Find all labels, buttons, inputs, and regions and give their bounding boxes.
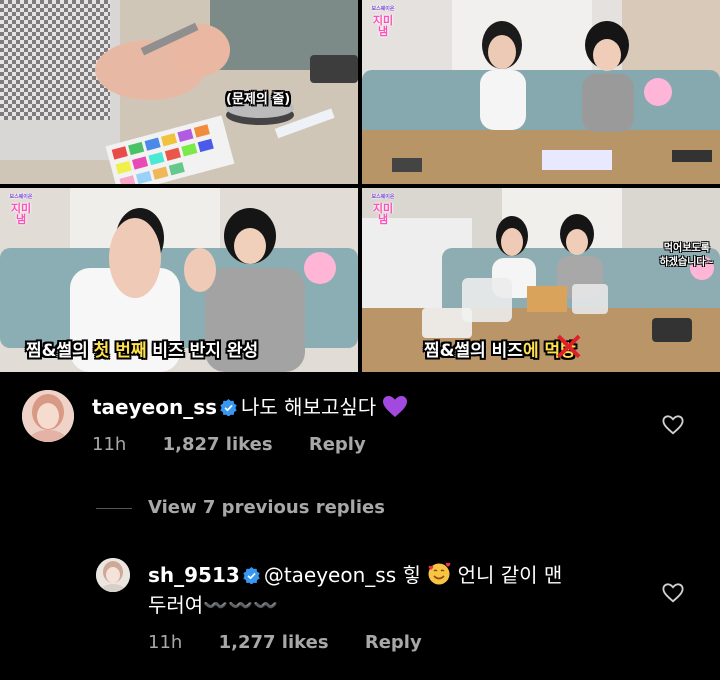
caption-problem-string: (문제의 줄) [226, 92, 291, 107]
red-x-mark: ✕ [552, 325, 586, 371]
photo-panel-two-women-sofa: 보스웨이온 지미냄 [362, 0, 720, 184]
caption-side-note: 먹어보도록 하겠습니다~ [660, 242, 714, 270]
caption-part: 찜&썰의 [424, 341, 492, 361]
verified-badge-icon [243, 567, 260, 584]
photo-panel-beads-closeup: (문제의 줄) [0, 0, 358, 184]
caption-side-line: 하겠습니다~ [659, 257, 714, 268]
caption-part: 비즈 [491, 341, 523, 361]
photo-panel-rings-complete: 보스웨이온 지미냄 찜&썰의 첫 번째 비즈 반지 완성 [0, 188, 358, 372]
replies-divider-line [96, 508, 132, 509]
caption-first-ring: 찜&썰의 첫 번째 비즈 반지 완성 [26, 336, 258, 361]
avatar[interactable] [22, 390, 74, 442]
video-screenshot-grid: (문제의 줄) 보스웨이온 지미냄 보스웨이온 지미냄 찜&썰의 첫 번째 비즈… [0, 0, 720, 372]
username[interactable]: sh_9513 [148, 563, 240, 587]
view-previous-replies-button[interactable]: View 7 previous replies [148, 497, 385, 518]
avatar[interactable] [96, 558, 130, 592]
channel-logo-title: 지미냄 [10, 202, 32, 226]
smiling-face-with-hearts-icon [428, 562, 451, 585]
channel-logo: 보스웨이온 지미냄 [368, 192, 398, 225]
caption-part: 비즈 반지 완성 [146, 341, 259, 361]
comment-time: 11h [148, 632, 183, 653]
comment-text: 나도 해보고싶다 [241, 395, 377, 419]
reply-button[interactable]: Reply [309, 434, 366, 455]
comment-text: 두러여〰️〰️〰️ [148, 593, 278, 617]
likes-count[interactable]: 1,827 likes [163, 434, 273, 455]
caption-highlight: 첫 번째 [93, 341, 147, 361]
comment-text: 언니 같이 맨 [457, 563, 563, 587]
like-heart-icon[interactable] [662, 414, 684, 436]
comment-time: 11h [92, 434, 127, 455]
comment-meta: 11h 1,277 likes Reply [148, 632, 648, 653]
comment-text-line: taeyeon_ss 나도 해보고싶다 [92, 392, 652, 422]
caption-side-line: 먹어보도록 [663, 243, 710, 254]
channel-logo: 보스웨이온 지미냄 [368, 4, 398, 37]
verified-badge-icon [220, 399, 237, 416]
reply-button[interactable]: Reply [365, 632, 422, 653]
likes-count[interactable]: 1,277 likes [219, 632, 329, 653]
purple-heart-icon [382, 396, 407, 417]
comment-body: taeyeon_ss 나도 해보고싶다 11h 1,827 likes Reply [92, 392, 652, 455]
mention-link[interactable]: @taeyeon_ss [264, 563, 396, 587]
channel-logo-title: 지미냄 [372, 202, 394, 226]
comment-meta: 11h 1,827 likes Reply [92, 434, 652, 455]
channel-logo-title: 지미냄 [372, 14, 394, 38]
comment-body: sh_9513 @taeyeon_ss 힣 언니 같이 맨 두러여〰️〰️〰️ 1… [148, 560, 648, 653]
caption-part: 찜&썰의 [26, 341, 94, 361]
comment-text: 힣 [402, 563, 421, 587]
channel-logo: 보스웨이온 지미냄 [6, 192, 36, 225]
like-heart-icon[interactable] [662, 582, 684, 604]
photo-panel-mukbang: 보스웨이온 지미냄 먹어보도록 하겠습니다~ 찜&썰의 비즈에 먹방 ✕ [362, 188, 720, 372]
comment-text-line: sh_9513 @taeyeon_ss 힣 언니 같이 맨 두러여〰️〰️〰️ [148, 560, 648, 620]
username[interactable]: taeyeon_ss [92, 395, 217, 419]
